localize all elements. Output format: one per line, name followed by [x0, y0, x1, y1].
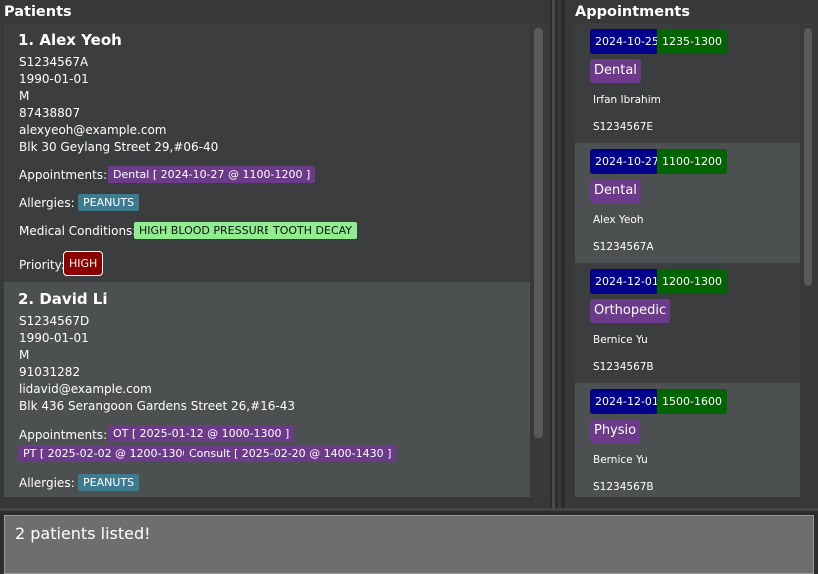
appointment-time-badge: 1100-1200: [657, 149, 727, 174]
condition-tag: TOOTH DECAY: [268, 222, 358, 239]
appointment-tag: PT [ 2025-02-02 @ 1200-1300 ]: [18, 445, 203, 462]
appointment-time-badge: 1200-1300: [657, 269, 727, 294]
appointment-type-badge: Orthopedic: [590, 299, 671, 323]
appointment-patient-nric: S1234567B: [593, 361, 654, 373]
panel-divider-shadow: [558, 0, 561, 508]
conditions-label: Medical Conditions:: [19, 224, 137, 238]
appointment-patient-name: Irfan Ibrahim: [593, 94, 661, 106]
priority-label: Priority:: [19, 258, 65, 272]
patient-dob: 1990-01-01: [19, 72, 89, 86]
appointment-card[interactable]: 2024-10-25 1235-1300 Dental Irfan Ibrahi…: [575, 23, 800, 143]
patient-name: 1. Alex Yeoh: [18, 31, 122, 49]
patients-panel-title: Patients: [4, 4, 72, 20]
condition-tag: HIGH BLOOD PRESSURE: [134, 222, 277, 239]
priority-badge: HIGH: [63, 251, 104, 276]
patient-nric: S1234567A: [19, 55, 89, 69]
patient-email: lidavid@example.com: [19, 382, 152, 396]
patient-gender: M: [19, 89, 30, 103]
appointment-list-scroll-thumb[interactable]: [804, 28, 812, 286]
patient-gender: M: [19, 348, 30, 362]
patient-card[interactable]: 1. Alex Yeoh S1234567A 1990-01-01 M 8743…: [4, 23, 530, 282]
patient-nric: S1234567D: [19, 314, 90, 328]
appointment-time-badge: 1500-1600: [657, 389, 727, 414]
allergy-tag: PEANUTS: [78, 194, 140, 211]
allergies-label: Allergies:: [19, 196, 75, 210]
patient-email: alexyeoh@example.com: [19, 123, 167, 137]
appointment-date-badge: 2024-12-01: [590, 269, 664, 294]
allergy-tag: PEANUTS: [78, 474, 140, 491]
appointment-date-badge: 2024-12-01: [590, 389, 664, 414]
appointment-time-badge: 1235-1300: [657, 29, 727, 54]
patient-phone: 91031282: [19, 365, 81, 379]
appointment-patient-nric: S1234567B: [593, 481, 654, 493]
patient-list-scroll-thumb[interactable]: [534, 28, 543, 438]
patient-dob: 1990-01-01: [19, 331, 89, 345]
appointments-label: Appointments:: [19, 428, 108, 442]
patient-card[interactable]: 2. David Li S1234567D 1990-01-01 M 91031…: [4, 282, 530, 497]
appointment-card[interactable]: 2024-12-01 1200-1300 Orthopedic Bernice …: [575, 263, 800, 383]
appointment-tag: Consult [ 2025-02-20 @ 1400-1430 ]: [184, 445, 397, 462]
appointment-type-badge: Dental: [590, 179, 641, 203]
bottom-divider[interactable]: [0, 508, 818, 511]
allergies-label: Allergies:: [19, 476, 75, 490]
appointment-card[interactable]: 2024-10-27 1100-1200 Dental Alex Yeoh S1…: [575, 143, 800, 263]
appointments-label: Appointments:: [19, 168, 108, 182]
result-message: 2 patients listed!: [15, 524, 151, 543]
appointment-type-badge: Physio: [590, 419, 641, 443]
patient-list[interactable]: 1. Alex Yeoh S1234567A 1990-01-01 M 8743…: [4, 23, 530, 497]
patient-name: 2. David Li: [18, 290, 108, 308]
appointment-list[interactable]: 2024-10-25 1235-1300 Dental Irfan Ibrahi…: [575, 23, 800, 497]
appointment-patient-name: Bernice Yu: [593, 334, 648, 346]
patient-address: Blk 436 Serangoon Gardens Street 26,#16-…: [19, 399, 295, 413]
panel-divider[interactable]: [552, 0, 555, 508]
appointment-patient-name: Alex Yeoh: [593, 214, 644, 226]
appointment-card[interactable]: 2024-12-01 1500-1600 Physio Bernice Yu S…: [575, 383, 800, 497]
appointment-date-badge: 2024-10-27: [590, 149, 664, 174]
appointment-date-badge: 2024-10-25: [590, 29, 664, 54]
appointment-tag: Dental [ 2024-10-27 @ 1100-1200 ]: [108, 166, 316, 183]
appointment-patient-nric: S1234567E: [593, 121, 654, 133]
appointment-patient-name: Bernice Yu: [593, 454, 648, 466]
patient-phone: 87438807: [19, 106, 81, 120]
appointments-panel-title: Appointments: [575, 4, 690, 20]
patient-address: Blk 30 Geylang Street 29,#06-40: [19, 140, 219, 154]
result-display[interactable]: 2 patients listed!: [4, 515, 814, 574]
appointment-tag: OT [ 2025-01-12 @ 1000-1300 ]: [108, 425, 295, 442]
appointment-type-badge: Dental: [590, 59, 641, 83]
appointment-patient-nric: S1234567A: [593, 241, 654, 253]
